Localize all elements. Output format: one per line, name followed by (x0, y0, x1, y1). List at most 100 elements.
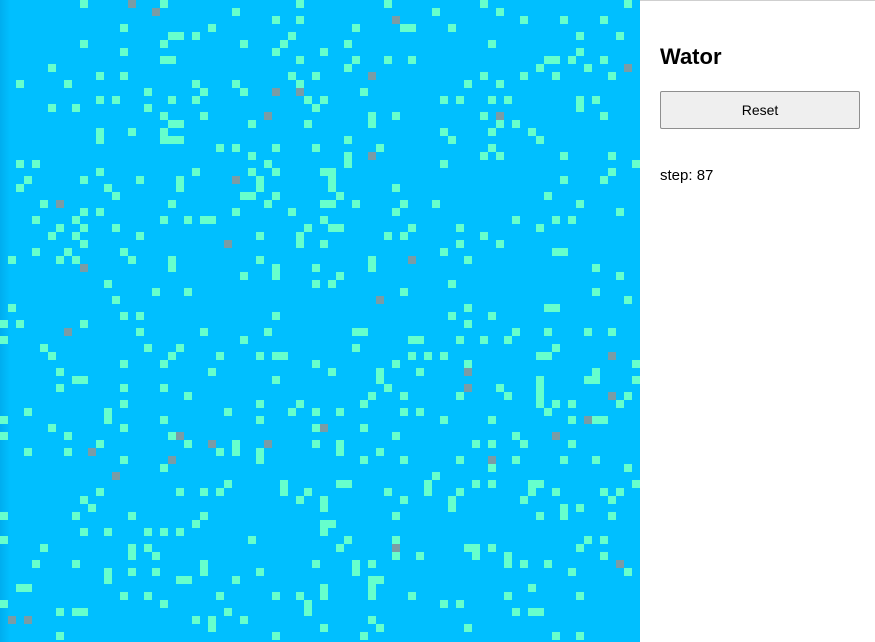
fish-cell (448, 504, 456, 512)
fish-cell (392, 432, 400, 440)
fish-cell (312, 144, 320, 152)
fish-cell (248, 152, 256, 160)
wator-app: Wator Reset step: 87 (0, 0, 875, 642)
fish-cell (464, 624, 472, 632)
fish-cell (256, 352, 264, 360)
fish-cell (232, 80, 240, 88)
fish-cell (544, 560, 552, 568)
fish-cell (552, 304, 560, 312)
fish-cell (400, 288, 408, 296)
fish-cell (328, 184, 336, 192)
fish-cell (272, 48, 280, 56)
fish-cell (464, 320, 472, 328)
fish-cell (496, 152, 504, 160)
fish-cell (456, 600, 464, 608)
fish-cell (120, 400, 128, 408)
fish-cell (440, 600, 448, 608)
shark-cell (624, 64, 632, 72)
fish-cell (544, 304, 552, 312)
shark-cell (408, 256, 416, 264)
fish-cell (320, 624, 328, 632)
fish-cell (200, 568, 208, 576)
fish-cell (504, 560, 512, 568)
fish-cell (192, 96, 200, 104)
fish-cell (80, 208, 88, 216)
fish-cell (152, 288, 160, 296)
fish-cell (520, 496, 528, 504)
fish-cell (576, 592, 584, 600)
fish-cell (392, 552, 400, 560)
fish-cell (416, 408, 424, 416)
fish-cell (504, 592, 512, 600)
fish-cell (192, 616, 200, 624)
fish-cell (56, 384, 64, 392)
fish-cell (600, 416, 608, 424)
fish-cell (0, 432, 8, 440)
fish-cell (40, 344, 48, 352)
fish-cell (352, 344, 360, 352)
fish-cell (600, 536, 608, 544)
fish-cell (560, 456, 568, 464)
fish-cell (280, 488, 288, 496)
fish-cell (232, 208, 240, 216)
fish-cell (232, 448, 240, 456)
fish-cell (160, 0, 168, 8)
fish-cell (56, 368, 64, 376)
fish-cell (568, 568, 576, 576)
shark-cell (368, 72, 376, 80)
fish-cell (96, 168, 104, 176)
fish-cell (160, 128, 168, 136)
fish-cell (496, 240, 504, 248)
fish-cell (432, 8, 440, 16)
fish-cell (480, 112, 488, 120)
fish-cell (56, 224, 64, 232)
fish-cell (264, 160, 272, 168)
fish-cell (608, 328, 616, 336)
fish-cell (256, 256, 264, 264)
fish-cell (272, 592, 280, 600)
fish-cell (616, 208, 624, 216)
shark-cell (232, 176, 240, 184)
fish-cell (616, 272, 624, 280)
fish-cell (592, 376, 600, 384)
fish-cell (240, 40, 248, 48)
fish-cell (176, 184, 184, 192)
fish-cell (384, 56, 392, 64)
fish-cell (392, 536, 400, 544)
shark-cell (608, 392, 616, 400)
fish-cell (408, 352, 416, 360)
fish-cell (448, 280, 456, 288)
fish-cell (440, 96, 448, 104)
fish-cell (160, 112, 168, 120)
fish-cell (448, 136, 456, 144)
fish-cell (16, 584, 24, 592)
fish-cell (632, 160, 640, 168)
fish-cell (512, 328, 520, 336)
fish-cell (488, 480, 496, 488)
fish-cell (304, 96, 312, 104)
shark-cell (112, 472, 120, 480)
fish-cell (456, 224, 464, 232)
fish-cell (128, 568, 136, 576)
fish-cell (80, 320, 88, 328)
fish-cell (272, 144, 280, 152)
fish-cell (296, 56, 304, 64)
fish-cell (312, 104, 320, 112)
fish-cell (280, 480, 288, 488)
fish-cell (576, 48, 584, 56)
fish-cell (296, 400, 304, 408)
fish-cell (24, 584, 32, 592)
fish-cell (544, 56, 552, 64)
fish-cell (120, 72, 128, 80)
fish-cell (272, 352, 280, 360)
fish-cell (296, 80, 304, 88)
fish-cell (504, 392, 512, 400)
fish-cell (376, 376, 384, 384)
fish-cell (456, 336, 464, 344)
fish-cell (480, 336, 488, 344)
fish-cell (208, 616, 216, 624)
fish-cell (96, 136, 104, 144)
fish-cell (136, 328, 144, 336)
reset-button[interactable]: Reset (660, 91, 860, 129)
shark-cell (264, 440, 272, 448)
